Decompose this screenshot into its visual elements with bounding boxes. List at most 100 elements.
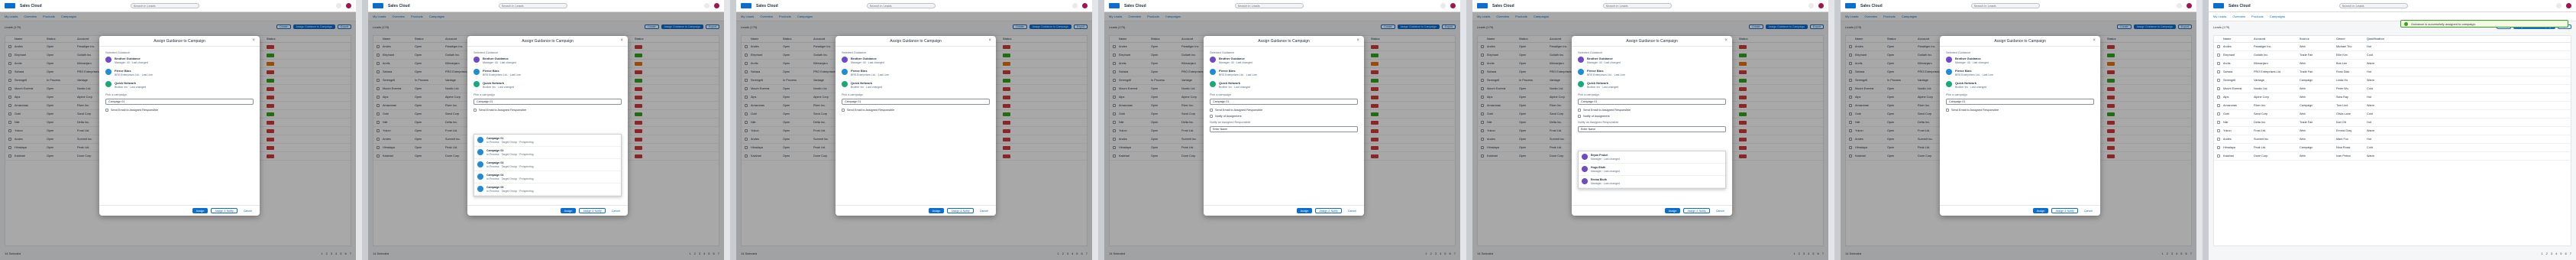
send-email-checkbox-row[interactable]: Send Email to Assigned Responsible — [1210, 109, 1358, 112]
notification-bell-icon[interactable] — [2177, 3, 2182, 8]
send-email-checkbox[interactable] — [474, 109, 477, 112]
assign-button[interactable]: Assign — [560, 208, 577, 213]
search-input[interactable]: Search in Leads — [1970, 3, 2040, 8]
campaign-option[interactable]: Campaign 02 In Process · Target Group · P… — [474, 147, 621, 159]
cancel-button[interactable]: Cancel — [2080, 208, 2096, 213]
campaign-option[interactable]: Campaign 03 In Process · Target Group · P… — [474, 159, 621, 171]
notification-bell-icon[interactable] — [1808, 3, 1814, 8]
send-email-checkbox[interactable] — [842, 109, 845, 112]
row-checkbox[interactable] — [2217, 87, 2220, 90]
assign-button[interactable]: Assign — [192, 208, 208, 213]
column-header[interactable]: Qualification — [2367, 37, 2413, 41]
column-header[interactable]: Account — [2254, 37, 2300, 41]
assign-button[interactable]: Assign — [2032, 208, 2049, 213]
person-option[interactable]: Bryan Probel Manager · Last changed — [1579, 151, 1725, 164]
toolbar-item[interactable]: My Leads — [2213, 15, 2226, 18]
cancel-button[interactable]: Cancel — [1344, 208, 1359, 213]
page-link[interactable]: 6 — [2565, 252, 2567, 255]
row-checkbox[interactable] — [2217, 62, 2220, 65]
row-checkbox[interactable] — [2217, 45, 2220, 48]
page-link[interactable]: 3 — [2551, 252, 2552, 255]
notification-bell-icon[interactable] — [1072, 3, 1078, 8]
search-input[interactable]: Search in Leads — [1234, 3, 1304, 8]
close-icon[interactable]: × — [988, 38, 991, 43]
campaign-select[interactable]: Campaign 01 — [105, 99, 254, 105]
notify-input[interactable]: Enter Name — [1578, 126, 1726, 132]
assign-notify-button[interactable]: Assign & Notify — [947, 208, 974, 213]
assign-button[interactable]: Assign — [928, 208, 945, 213]
send-email-checkbox-row[interactable]: Send Email to Assigned Responsible — [105, 109, 254, 112]
notification-bell-icon[interactable] — [336, 3, 341, 8]
notification-bell-icon[interactable] — [704, 3, 709, 8]
user-avatar[interactable] — [2566, 3, 2571, 8]
notify-input[interactable]: Enter Name — [1210, 126, 1358, 132]
person-option[interactable]: Hugo Bluth Manager · Last changed — [1579, 164, 1725, 176]
assign-notify-button[interactable]: Assign & Notify — [1683, 208, 1710, 213]
row-checkbox[interactable] — [2217, 79, 2220, 82]
send-email-checkbox[interactable] — [105, 109, 108, 112]
row-checkbox[interactable] — [2217, 121, 2220, 124]
search-input[interactable]: Search in Leads — [866, 3, 936, 8]
campaign-option[interactable]: Campaign 04 In Process · Target Group · P… — [474, 171, 621, 184]
table-row[interactable]: Yukon Frost Ltd. Web Emma Gray Warm — [2214, 127, 2571, 135]
search-input[interactable]: Search in Leads — [1602, 3, 1672, 8]
campaign-option[interactable]: Campaign 05 In Process · Target Group · P… — [474, 184, 621, 196]
cancel-button[interactable]: Cancel — [1712, 208, 1728, 213]
assign-notify-button[interactable]: Assign & Notify — [211, 208, 238, 213]
table-row[interactable]: Sahara PRO Enterprises Ltd. Trade Fair Ross… — [2214, 68, 2571, 76]
page-link[interactable]: 5 — [2560, 252, 2561, 255]
column-header[interactable]: Source — [2300, 37, 2336, 41]
table-row[interactable]: Andes Summit Inc. Web Mark Fox Hot — [2214, 135, 2571, 144]
notification-bell-icon[interactable] — [2556, 3, 2561, 8]
close-icon[interactable]: × — [1356, 38, 1359, 43]
user-avatar[interactable] — [1082, 3, 1088, 8]
campaign-select[interactable]: Campaign 01 — [1578, 99, 1726, 105]
table-row[interactable]: Mount Everest Nordic Ltd. Web Peter Wu Cold — [2214, 85, 2571, 93]
page-link[interactable]: 4 — [2555, 252, 2557, 255]
search-input[interactable]: Search in Leads — [130, 3, 199, 8]
table-row[interactable]: Serengeti Vantage Campaign Linda Ho Warm — [2214, 76, 2571, 85]
row-checkbox[interactable] — [2217, 96, 2220, 99]
campaign-select[interactable]: Campaign 01 — [474, 99, 622, 105]
notify-checkbox-row[interactable]: Notify of Assignment — [1210, 115, 1358, 118]
row-checkbox[interactable] — [2217, 138, 2220, 141]
campaign-option[interactable]: Campaign 01 In Process · Target Group · P… — [474, 135, 621, 147]
send-email-checkbox[interactable] — [1946, 109, 1949, 112]
send-email-checkbox[interactable] — [1578, 109, 1581, 112]
search-input[interactable]: Search in Leads — [2338, 3, 2408, 8]
table-row[interactable]: Gobi Sand Corp Web Olivia Lane Cold — [2214, 110, 2571, 119]
row-checkbox[interactable] — [2217, 154, 2220, 158]
page-link[interactable]: 7 — [2570, 252, 2571, 255]
person-option[interactable]: Emma Bluth Manager · Last changed — [1579, 176, 1725, 188]
user-avatar[interactable] — [1450, 3, 1456, 8]
table-row[interactable]: Nile Delta Inc. Trade Fair Karl Ott Hot — [2214, 119, 2571, 127]
assign-button[interactable]: Assign — [1664, 208, 1681, 213]
send-email-checkbox-row[interactable]: Send Email to Assigned Responsible — [1946, 109, 2094, 112]
user-avatar[interactable] — [1818, 3, 1824, 8]
search-input[interactable]: Search in Leads — [498, 3, 567, 8]
column-header[interactable]: Name — [2223, 37, 2254, 41]
table-row[interactable]: Andes Paradigm Inc. Web Michael Trio Hot — [2214, 43, 2571, 51]
close-icon[interactable]: × — [252, 38, 255, 43]
cancel-button[interactable]: Cancel — [608, 208, 623, 213]
campaign-select[interactable]: Campaign 01 — [842, 99, 990, 105]
cancel-button[interactable]: Cancel — [976, 208, 991, 213]
notify-checkbox-row[interactable]: Notify of Assignment — [1578, 115, 1726, 118]
table-row[interactable]: Kalahari Dune Corp Web Ivan Petrov Warm — [2214, 152, 2571, 161]
assign-button[interactable]: Assign — [1296, 208, 1313, 213]
table-row[interactable]: Arctis Kilimanjaro Web Bob Lee Warm — [2214, 60, 2571, 68]
notification-bell-icon[interactable] — [1440, 3, 1446, 8]
notify-checkbox[interactable] — [1578, 115, 1581, 118]
row-checkbox[interactable] — [2217, 54, 2220, 57]
row-checkbox[interactable] — [2217, 129, 2220, 132]
send-email-checkbox-row[interactable]: Send Email to Assigned Responsible — [842, 109, 990, 112]
assign-notify-button[interactable]: Assign & Notify — [2051, 208, 2078, 213]
toolbar-item[interactable]: Overview — [2232, 15, 2245, 18]
user-avatar[interactable] — [346, 3, 351, 8]
assign-notify-button[interactable]: Assign & Notify — [579, 208, 606, 213]
row-checkbox[interactable] — [2217, 70, 2220, 73]
cancel-button[interactable]: Cancel — [240, 208, 255, 213]
table-row[interactable]: Himalaya Peak Ltd. Campaign Nina Rossi Cold — [2214, 144, 2571, 152]
row-checkbox[interactable] — [2217, 112, 2220, 115]
table-row[interactable]: Alps Alpine Corp Web Sara Ray Hot — [2214, 93, 2571, 102]
